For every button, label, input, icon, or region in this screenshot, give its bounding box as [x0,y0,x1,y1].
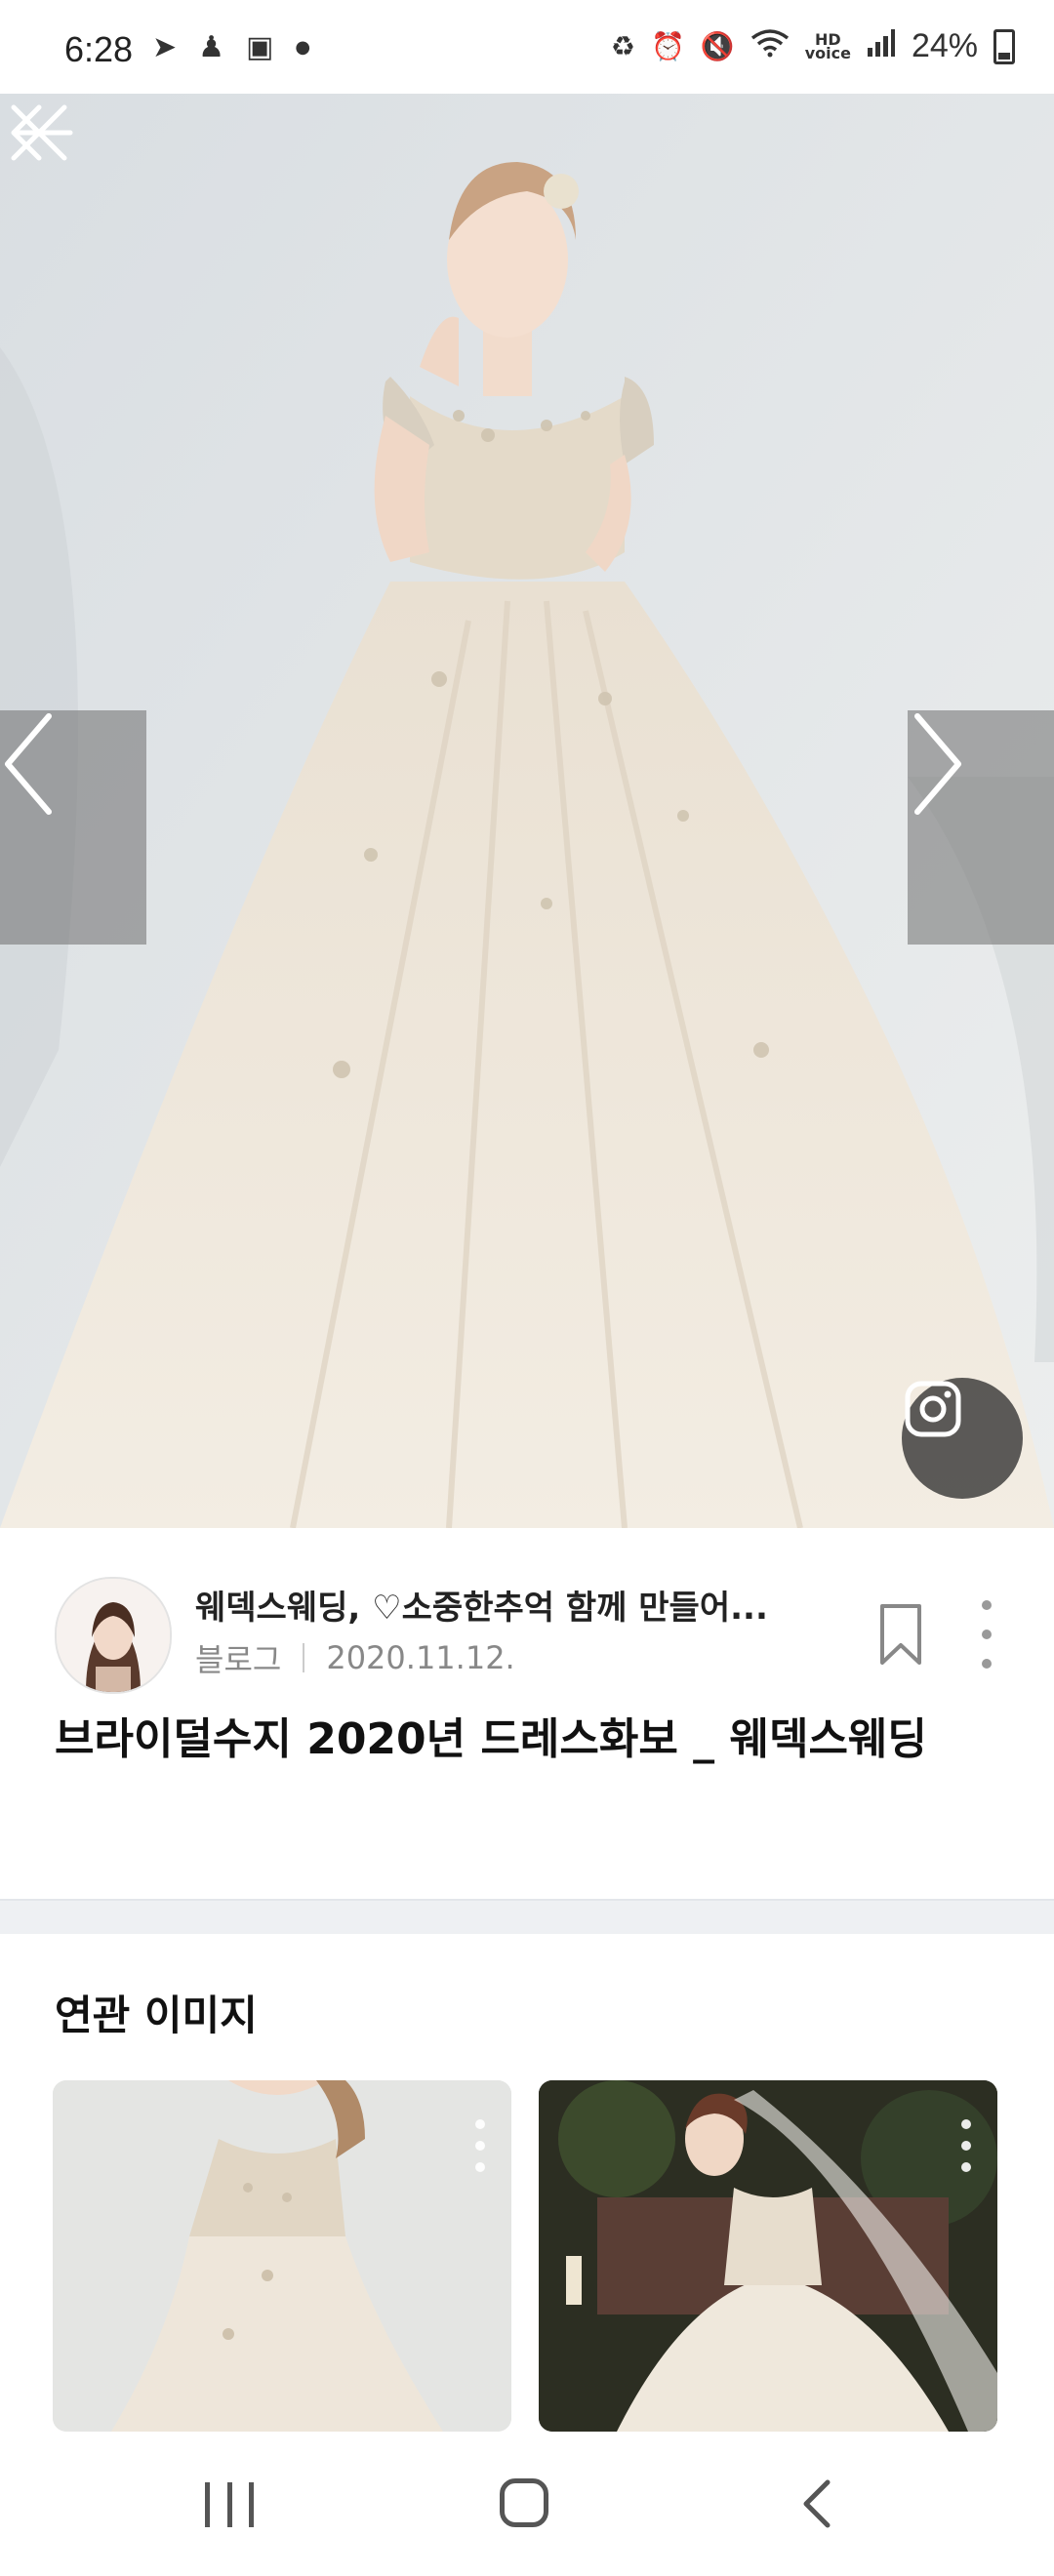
chevron-right-icon [914,713,961,815]
related-image-2-picture [539,2080,997,2432]
source-avatar[interactable] [55,1577,172,1694]
related-image-1[interactable] [53,2080,511,2432]
wifi-icon [750,28,790,64]
image-info-panel: 웨덱스웨딩, ♡소중한추억 함께 만들어... 블로그 2020.11.12. … [0,1528,1054,1899]
status-system-icons: ♻ ⏰ 🔇 HD voice 24% [611,27,1015,65]
hd-voice-icon: HD voice [804,29,851,62]
signal-icon [867,28,896,64]
close-icon[interactable] [0,94,78,172]
battery-icon [993,28,1015,64]
source-name[interactable]: 웨덱스웨딩, ♡소중한추억 함께 만들어... [195,1581,839,1629]
chevron-left-icon [5,713,52,815]
related-image-2-more-icon[interactable] [960,2119,972,2172]
dress-illustration [0,94,1054,1528]
more-options-icon[interactable] [972,1600,1001,1669]
related-image-1-picture [53,2080,511,2432]
source-type: 블로그 [195,1641,282,1678]
recent-apps-button[interactable] [205,2482,254,2527]
dot-icon: ● [295,37,311,58]
telegram-icon: ➤ [152,30,178,64]
related-images-heading: 연관 이미지 [55,1992,258,2039]
lens-icon [905,1381,961,1437]
system-navigation-bar [0,2432,1054,2576]
previous-image-button[interactable] [0,710,146,945]
person-icon: ♟ [198,30,225,64]
hero-image[interactable] [0,94,1054,1528]
alarm-icon: ⏰ [650,30,685,62]
next-image-button[interactable] [908,710,1054,945]
battery-percent: 24% [911,27,978,64]
back-button[interactable] [798,2478,837,2529]
home-button[interactable] [500,2478,548,2527]
status-notification-icons: ➤ ♟ ▣ ● [152,33,310,62]
image-search-lens-button[interactable] [902,1378,1023,1499]
mute-icon: 🔇 [700,30,735,62]
section-divider [0,1899,1054,1934]
meta-separator [303,1643,305,1672]
post-date: 2020.11.12. [326,1639,515,1676]
bookmark-icon[interactable] [874,1602,927,1667]
status-time: 6:28 [64,29,134,69]
gallery-icon: ▣ [246,30,274,64]
avatar-portrait [57,1579,170,1692]
related-image-2[interactable] [539,2080,997,2432]
source-meta: 블로그 2020.11.12. [195,1635,515,1680]
post-title[interactable]: 브라이덜수지 2020년 드레스화보 _ 웨덱스웨딩 [55,1710,1011,1770]
related-image-1-more-icon[interactable] [474,2119,486,2172]
status-bar: 6:28 ➤ ♟ ▣ ● ♻ ⏰ 🔇 HD voice 24% [0,0,1054,94]
recycle-icon: ♻ [610,30,635,62]
